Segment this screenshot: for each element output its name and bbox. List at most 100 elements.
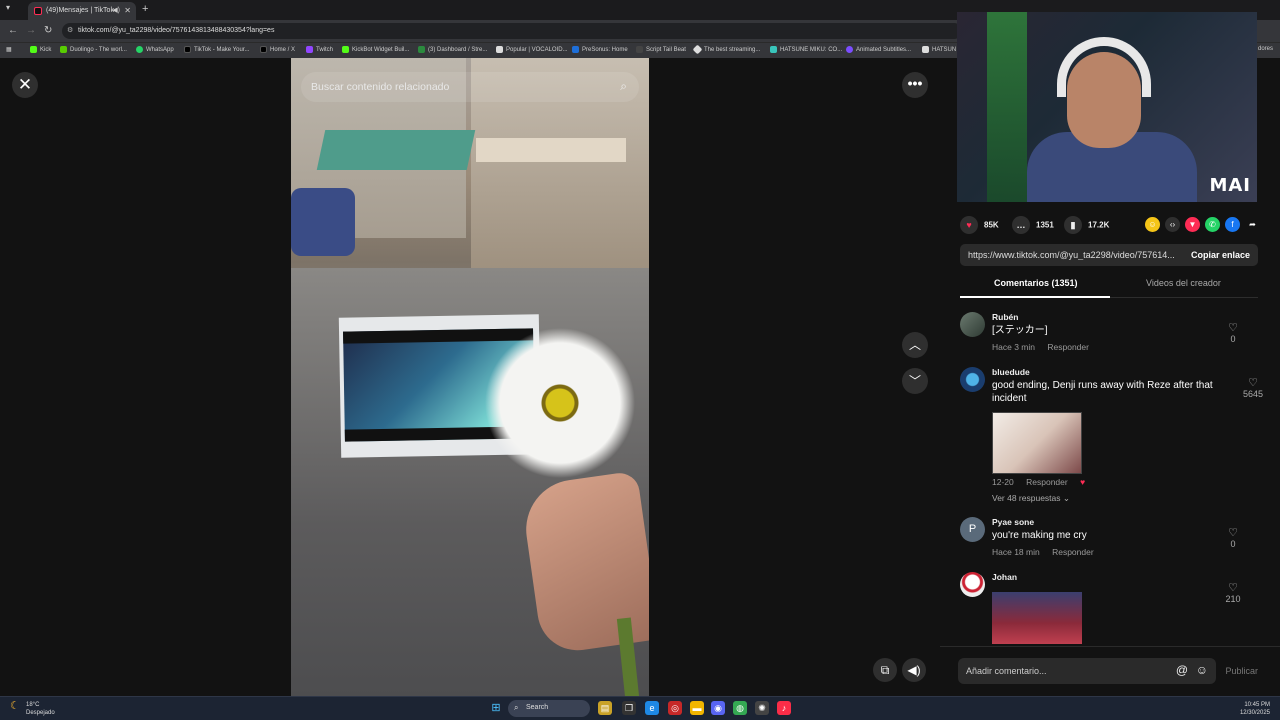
system-clock[interactable]: 10:45 PM 12/30/2025 (1240, 701, 1270, 717)
bookmark-vocaloid[interactable]: Popular | VOCALOID... (496, 46, 568, 53)
bookmark-streaming[interactable]: The best streaming... (692, 44, 760, 55)
duolingo-icon (60, 46, 67, 53)
comment-input[interactable]: Añadir comentario... @ ☺ (958, 658, 1216, 684)
bookmark-label: TikTok - Make Your... (194, 47, 250, 54)
bookmark-subtitles[interactable]: Animated Subtitles... (846, 46, 911, 53)
address-bar[interactable]: ⚙ tiktok.com/@yu_ta2298/video/7576143813… (62, 23, 962, 39)
tiktok-icon (184, 46, 191, 53)
bookmark-script[interactable]: Script Tail Beat (636, 46, 686, 53)
view-replies-button[interactable]: Ver 48 respuestas ⌄ (992, 493, 1070, 504)
comment-username[interactable]: Johan (992, 572, 1017, 582)
avatar[interactable] (960, 367, 985, 392)
comment-manga-image[interactable] (992, 412, 1082, 474)
avatar[interactable] (960, 312, 985, 337)
comment-like[interactable]: ♡ 210 (1218, 582, 1248, 604)
taskbar-search[interactable]: ⌕ Search (508, 700, 590, 717)
music-icon[interactable]: ♪ (777, 701, 791, 715)
streamer-webcam-overlay: MAI (957, 12, 1257, 202)
comment-like[interactable]: ♡ 0 (1218, 527, 1248, 549)
bookmark-kickbot[interactable]: KickBot Widget Buil... (342, 46, 409, 53)
avatar[interactable]: P (960, 517, 985, 542)
facebook-share-icon[interactable]: f (1225, 217, 1240, 232)
share-friends-icon[interactable]: ▼ (1185, 217, 1200, 232)
browser-tab-tiktok[interactable]: (49)Mensajes | TikTok ◀) ✕ (28, 2, 136, 20)
like-count[interactable]: ♥ 85K (960, 216, 999, 234)
embed-code-icon[interactable]: ‹› (1165, 217, 1180, 232)
floating-player-button[interactable]: ⧉ (873, 658, 897, 682)
chrome-icon[interactable]: ◍ (733, 701, 747, 715)
reply-button[interactable]: Responder (1047, 342, 1089, 352)
save-count[interactable]: ▮ 17.2K (1064, 216, 1109, 234)
bookmark-miku[interactable]: HATSUNE MIKU: CO... (770, 46, 842, 53)
emoji-icon[interactable]: ☺ (1196, 663, 1208, 677)
search-icon[interactable]: ⌕ (620, 79, 627, 94)
video-scene-flower (485, 328, 635, 478)
windows-start-icon[interactable]: ⊞ (489, 701, 503, 715)
forward-icon[interactable]: → (26, 25, 36, 36)
comment-anime-image[interactable] (992, 592, 1082, 644)
bookmark-label: (3) Dashboard / Stre... (428, 47, 488, 54)
site-info-icon[interactable]: ⚙ (67, 26, 73, 34)
new-tab-icon[interactable]: + (142, 3, 148, 15)
comment-text: good ending, Denji runs away with Reze a… (992, 380, 1213, 404)
bookmark-hatsun[interactable]: HATSUN (922, 46, 956, 53)
edge-icon[interactable]: e (645, 701, 659, 715)
apps-grid-icon[interactable]: ▦ (6, 46, 12, 53)
video-player[interactable]: Buscar contenido relacionado ⌕ (291, 58, 649, 696)
share-arrow-icon[interactable]: ➦ (1245, 217, 1260, 232)
more-options-button[interactable]: ••• (902, 72, 928, 98)
mention-icon[interactable]: @ (1176, 663, 1188, 677)
bookmark-label: PreSonus: Home (582, 47, 628, 54)
speaker-icon[interactable]: ◀) (112, 6, 120, 14)
avatar[interactable] (960, 572, 985, 597)
tab-comments[interactable]: Comentarios (1351) (994, 278, 1078, 288)
file-explorer-icon[interactable]: ▬ (690, 701, 704, 715)
post-button[interactable]: Publicar (1225, 666, 1258, 676)
bookmark-kick[interactable]: Kick (30, 46, 51, 53)
back-icon[interactable]: ← (8, 25, 18, 36)
bookmark-presonus[interactable]: PreSonus: Home (572, 46, 628, 53)
bookmark-tiktok[interactable]: TikTok - Make Your... (184, 46, 249, 53)
app-icon[interactable]: ◎ (668, 701, 682, 715)
whatsapp-share-icon[interactable]: ✆ (1205, 217, 1220, 232)
related-search-input[interactable]: Buscar contenido relacionado ⌕ (301, 72, 639, 102)
reply-button[interactable]: Responder (1052, 547, 1094, 557)
bookmark-folder[interactable]: dores (1258, 46, 1273, 52)
bookmark-duolingo[interactable]: Duolingo - The worl... (60, 46, 127, 53)
comment-count[interactable]: … 1351 (1012, 216, 1054, 234)
bookmark-whatsapp[interactable]: WhatsApp (136, 46, 174, 53)
weather-widget[interactable]: ☾ 18°C Despejado (10, 701, 55, 717)
save-count-value: 17.2K (1088, 220, 1110, 230)
reply-button[interactable]: Responder (1026, 477, 1068, 487)
share-coin-icon[interactable]: ☺ (1145, 217, 1160, 232)
whatsapp-icon (136, 46, 143, 53)
comment-like[interactable]: ♡ 0 (1218, 322, 1248, 344)
comment-count-value: 1351 (1036, 220, 1054, 230)
taskbar: ☾ 18°C Despejado ⊞ ⌕ Search ▤ ❐ e ◎ ▬ ◉ … (0, 696, 1280, 720)
widgets-icon[interactable]: ▤ (598, 701, 612, 715)
bookmark-x[interactable]: Home / X (260, 46, 295, 53)
tab-search-icon[interactable]: ▾ (6, 3, 10, 12)
task-view-icon[interactable]: ❐ (622, 701, 636, 715)
chatgpt-icon[interactable]: ✺ (755, 701, 769, 715)
close-button[interactable]: ✕ (12, 72, 38, 98)
heart-outline-icon: ♡ (1228, 322, 1238, 334)
video-scene-car (291, 188, 355, 256)
discord-icon[interactable]: ◉ (711, 701, 725, 715)
bookmark-dashboard[interactable]: (3) Dashboard / Stre... (418, 46, 487, 53)
comment-meta: Hace 18 min Responder (992, 547, 1104, 557)
volume-button[interactable]: ◀) (902, 658, 926, 682)
next-video-button[interactable]: ﹀ (902, 368, 928, 394)
taskbar-search-label: Search (526, 704, 549, 711)
comment-like[interactable]: ♡ 5645 (1238, 377, 1268, 399)
comment-username[interactable]: Pyae sone (992, 517, 1034, 527)
bookmark-twitch[interactable]: Twitch (306, 46, 333, 53)
tab-close-icon[interactable]: ✕ (124, 6, 131, 15)
bookmark-label: Script Tail Beat (646, 47, 686, 54)
copy-link-button[interactable]: Copiar enlace (1191, 250, 1250, 260)
comment-username[interactable]: Rubén (992, 312, 1018, 322)
comment-username[interactable]: bluedude (992, 367, 1030, 377)
tab-creator-videos[interactable]: Videos del creador (1146, 278, 1221, 288)
reload-icon[interactable]: ↻ (44, 25, 52, 36)
previous-video-button[interactable]: ︿ (902, 332, 928, 358)
